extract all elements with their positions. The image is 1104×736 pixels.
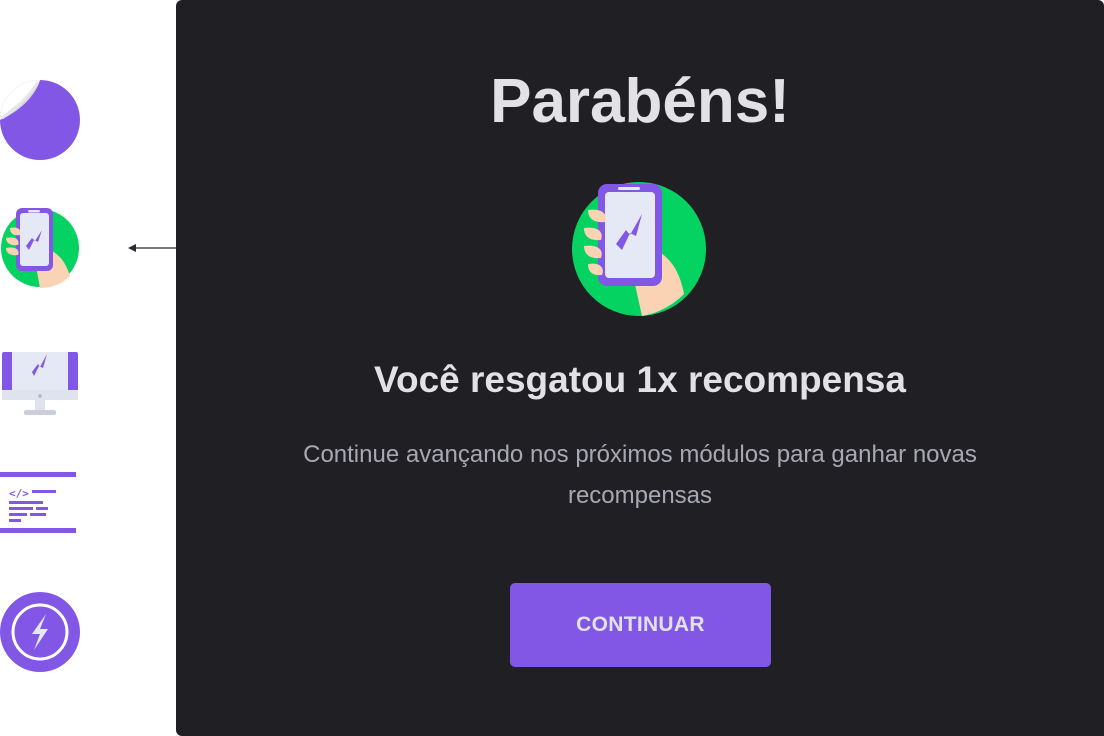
modal-title: Parabéns! bbox=[490, 67, 790, 136]
reward-icon-rail: </> bbox=[0, 0, 306, 736]
modal-heading: Você resgatou 1x recompensa bbox=[374, 359, 906, 400]
continue-button[interactable]: CONTINUAR bbox=[510, 583, 771, 667]
code-window-icon[interactable]: </> bbox=[0, 470, 80, 550]
monitor-rocket-icon[interactable] bbox=[0, 346, 80, 426]
sticker-icon[interactable] bbox=[0, 80, 80, 160]
page: </> Parabéns! Você resgatou 1x recompens… bbox=[0, 0, 1104, 736]
phone-reward-icon bbox=[572, 180, 708, 316]
congratulations-modal: Parabéns! Você resgatou 1x recompensa Co… bbox=[176, 0, 1104, 736]
lightning-badge-icon[interactable] bbox=[0, 592, 80, 672]
svg-text:</>: </> bbox=[9, 487, 29, 500]
phone-reward-icon[interactable] bbox=[0, 208, 80, 288]
modal-description: Continue avançando nos próximos módulos … bbox=[303, 441, 977, 509]
